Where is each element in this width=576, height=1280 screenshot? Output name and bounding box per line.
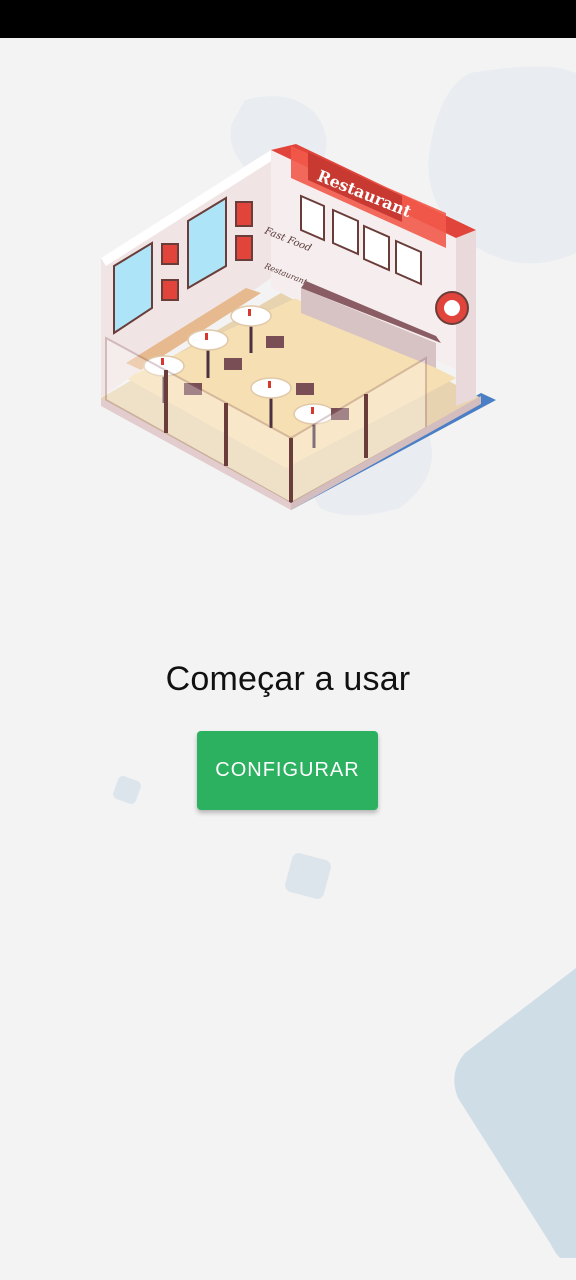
status-bar [0, 0, 576, 38]
restaurant-illustration: Restaurant Fast Food Restaurant [101, 144, 496, 510]
page-title: Começar a usar [165, 660, 411, 698]
configure-button[interactable]: CONFIGURAR [197, 731, 378, 810]
